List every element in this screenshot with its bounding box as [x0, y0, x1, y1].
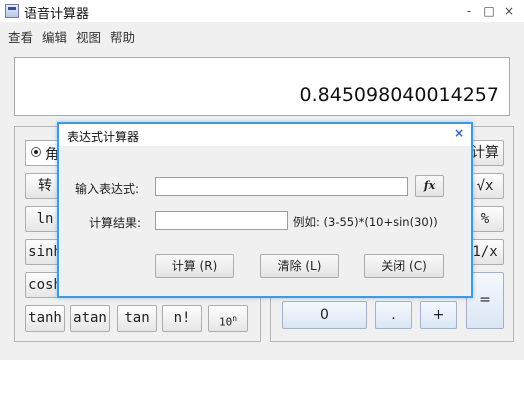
expression-input[interactable] — [155, 177, 408, 196]
result-label: 计算结果: — [89, 216, 142, 230]
display-value: 0.845098040014257 — [299, 84, 499, 106]
dialog-title-bar: 表达式计算器 × — [59, 124, 471, 146]
window-title: 语音计算器 — [24, 7, 90, 22]
example-hint: 例如: (3-55)*(10+sin(30)) — [293, 215, 438, 229]
tanh-button[interactable]: tanh — [25, 305, 65, 332]
factorial-button[interactable]: n! — [162, 305, 202, 332]
title-bar: 语音计算器 - □ × — [0, 0, 524, 22]
menu-bar: 查看 编辑 视图 帮助 — [0, 24, 524, 46]
close-button[interactable]: × — [501, 3, 517, 19]
menu-view[interactable]: 查看 — [8, 27, 33, 46]
radio-dot-icon — [34, 150, 38, 154]
menu-help[interactable]: 帮助 — [110, 27, 135, 46]
calculate-button[interactable]: 计算 (R) — [155, 254, 234, 278]
digit-0-button[interactable]: 0 — [282, 301, 367, 329]
expression-dialog: 表达式计算器 × 输入表达式: fx 计算结果: 例如: (3-55)*(10+… — [57, 122, 473, 298]
decimal-button[interactable]: . — [375, 301, 412, 329]
plus-button[interactable]: + — [420, 301, 457, 329]
calculator-app-icon — [5, 4, 19, 18]
pow10-button[interactable]: 10n — [208, 305, 248, 332]
result-display: 0.845098040014257 — [14, 57, 510, 116]
dialog-close-button[interactable]: 关闭 (C) — [364, 254, 444, 278]
expression-label: 输入表达式: — [75, 182, 140, 196]
menu-display[interactable]: 视图 — [76, 27, 101, 46]
function-fx-button[interactable]: fx — [415, 175, 444, 197]
clear-button[interactable]: 清除 (L) — [260, 254, 339, 278]
result-output-field[interactable] — [155, 211, 288, 230]
atan-button[interactable]: atan — [70, 305, 110, 332]
tan-button[interactable]: tan — [117, 305, 157, 332]
pow10-base: 10 — [218, 315, 233, 329]
minimize-button[interactable]: - — [461, 3, 477, 19]
menu-edit[interactable]: 编辑 — [42, 27, 67, 46]
dialog-title: 表达式计算器 — [67, 130, 140, 144]
maximize-button[interactable]: □ — [481, 3, 497, 19]
dialog-close-icon[interactable]: × — [452, 126, 466, 142]
pow10-exponent: n — [232, 314, 238, 323]
angle-radio[interactable] — [31, 147, 41, 157]
